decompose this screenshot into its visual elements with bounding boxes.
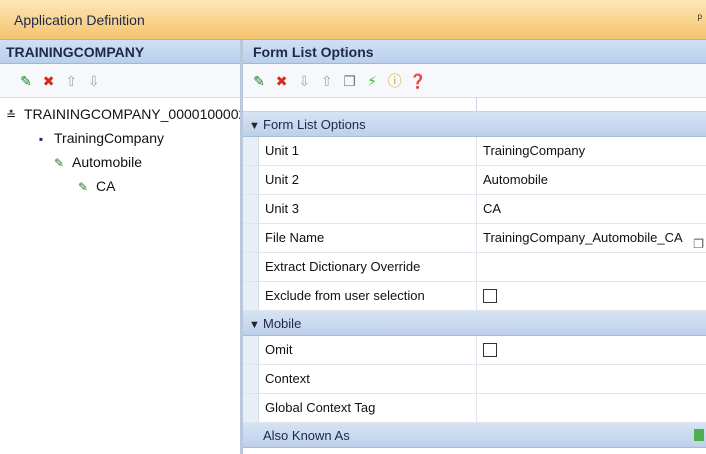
add-icon[interactable]: ✎: [18, 73, 34, 89]
move-up-icon[interactable]: ⇧: [63, 73, 79, 89]
tree-view: ≛ TRAININGCOMPANY_0000100002 ▪ TrainingCom…: [0, 98, 240, 198]
property-label: Context: [243, 365, 477, 393]
collapse-arrow-icon[interactable]: ▼: [249, 114, 263, 139]
property-row-unit1[interactable]: Unit 1 TrainingCompany: [243, 137, 706, 166]
section-also-known-as[interactable]: Also Known As: [243, 423, 706, 448]
move-up-icon[interactable]: ⇧: [319, 73, 335, 89]
property-row-context[interactable]: Context: [243, 365, 706, 394]
property-value[interactable]: Automobile: [477, 166, 706, 194]
delete-icon[interactable]: ✖: [274, 73, 290, 89]
tree-item-automobile[interactable]: ✎ Automobile: [0, 150, 240, 174]
property-row-unit2[interactable]: Unit 2 Automobile: [243, 166, 706, 195]
property-label: Omit: [243, 336, 477, 364]
property-row-global-context-tag[interactable]: Global Context Tag: [243, 394, 706, 423]
property-label: Unit 2: [243, 166, 477, 194]
omit-checkbox[interactable]: [483, 342, 497, 357]
property-row-unit3[interactable]: Unit 3 CA: [243, 195, 706, 224]
property-label: Exclude from user selection: [243, 282, 477, 310]
property-label: Unit 1: [243, 137, 477, 165]
left-panel-title: TRAININGCOMPANY: [0, 40, 240, 64]
right-toolbar: ✎ ✖ ⇩ ⇧ ❐ ⚡ ⓘ ❓: [243, 64, 706, 98]
property-value[interactable]: CA: [477, 195, 706, 223]
property-value[interactable]: TrainingCompany_Automobile_CA ❐: [477, 224, 706, 252]
root-node-icon: ≛: [5, 108, 17, 122]
property-label: Unit 3: [243, 195, 477, 223]
property-row-file-name[interactable]: File Name TrainingCompany_Automobile_CA …: [243, 224, 706, 253]
left-toolbar: ✎ ✖ ⇧ ⇩: [0, 64, 240, 98]
move-down-icon[interactable]: ⇩: [86, 73, 102, 89]
tree-item-label: CA: [96, 178, 116, 194]
section-form-list-options[interactable]: ▼ Form List Options: [243, 112, 706, 137]
property-label: File Name: [243, 224, 477, 252]
tree-item-ca[interactable]: ✎ CA: [0, 174, 240, 198]
left-panel: TRAININGCOMPANY ✎ ✖ ⇧ ⇩ ≛ TRAININGCOMPANY…: [0, 40, 240, 454]
right-panel-title: Form List Options: [243, 40, 706, 64]
copy-icon[interactable]: ❐: [342, 73, 358, 89]
property-label: Extract Dictionary Override: [243, 253, 477, 281]
tree-item-label: TRAININGCOMPANY_0000100002: [24, 106, 240, 122]
tree-item-trainingcompany[interactable]: ▪ TrainingCompany: [0, 126, 240, 150]
section-title: Also Known As: [263, 428, 350, 443]
section-title: Mobile: [263, 316, 302, 331]
tree-item-root[interactable]: ≛ TRAININGCOMPANY_0000100002: [0, 102, 240, 126]
property-label: Global Context Tag: [243, 394, 477, 422]
run-icon[interactable]: ⚡: [364, 73, 380, 89]
pin-icon[interactable]: ᵖ: [697, 11, 702, 25]
property-value[interactable]: [477, 365, 706, 393]
property-value[interactable]: TrainingCompany: [477, 137, 706, 165]
app-title-bar: Application Definition ᵖ: [0, 0, 706, 40]
property-value[interactable]: [477, 253, 706, 281]
property-value[interactable]: [477, 336, 706, 364]
property-grid: ▼ Form List Options Unit 1 TrainingCompan…: [243, 112, 706, 448]
tree-item-label: TrainingCompany: [54, 130, 164, 146]
edit-node-icon: ✎: [53, 156, 65, 170]
add-alias-icon[interactable]: [694, 429, 704, 441]
property-value[interactable]: [477, 394, 706, 422]
collapse-arrow-icon[interactable]: ▼: [249, 313, 263, 338]
property-value[interactable]: [477, 282, 706, 310]
node-icon: ▪: [38, 132, 44, 146]
move-down-icon[interactable]: ⇩: [296, 73, 312, 89]
browse-icon[interactable]: ❐: [693, 230, 704, 252]
section-mobile[interactable]: ▼ Mobile: [243, 311, 706, 336]
property-row-omit[interactable]: Omit: [243, 336, 706, 365]
exclude-checkbox[interactable]: [483, 288, 497, 303]
edit-node-icon: ✎: [77, 180, 89, 194]
section-title: Form List Options: [263, 117, 366, 132]
right-panel: Form List Options ✎ ✖ ⇩ ⇧ ❐ ⚡ ⓘ ❓ ▼ Form …: [243, 40, 706, 454]
info-icon[interactable]: ⓘ: [387, 73, 403, 89]
file-name-value: TrainingCompany_Automobile_CA: [483, 230, 683, 245]
delete-icon[interactable]: ✖: [41, 73, 57, 89]
tree-item-label: Automobile: [72, 154, 143, 170]
add-icon[interactable]: ✎: [251, 73, 267, 89]
property-row-exclude[interactable]: Exclude from user selection: [243, 282, 706, 311]
help-icon[interactable]: ❓: [409, 73, 426, 89]
window-title: Application Definition: [14, 12, 145, 28]
property-row-extract-override[interactable]: Extract Dictionary Override: [243, 253, 706, 282]
grid-header-strip: [243, 98, 706, 112]
